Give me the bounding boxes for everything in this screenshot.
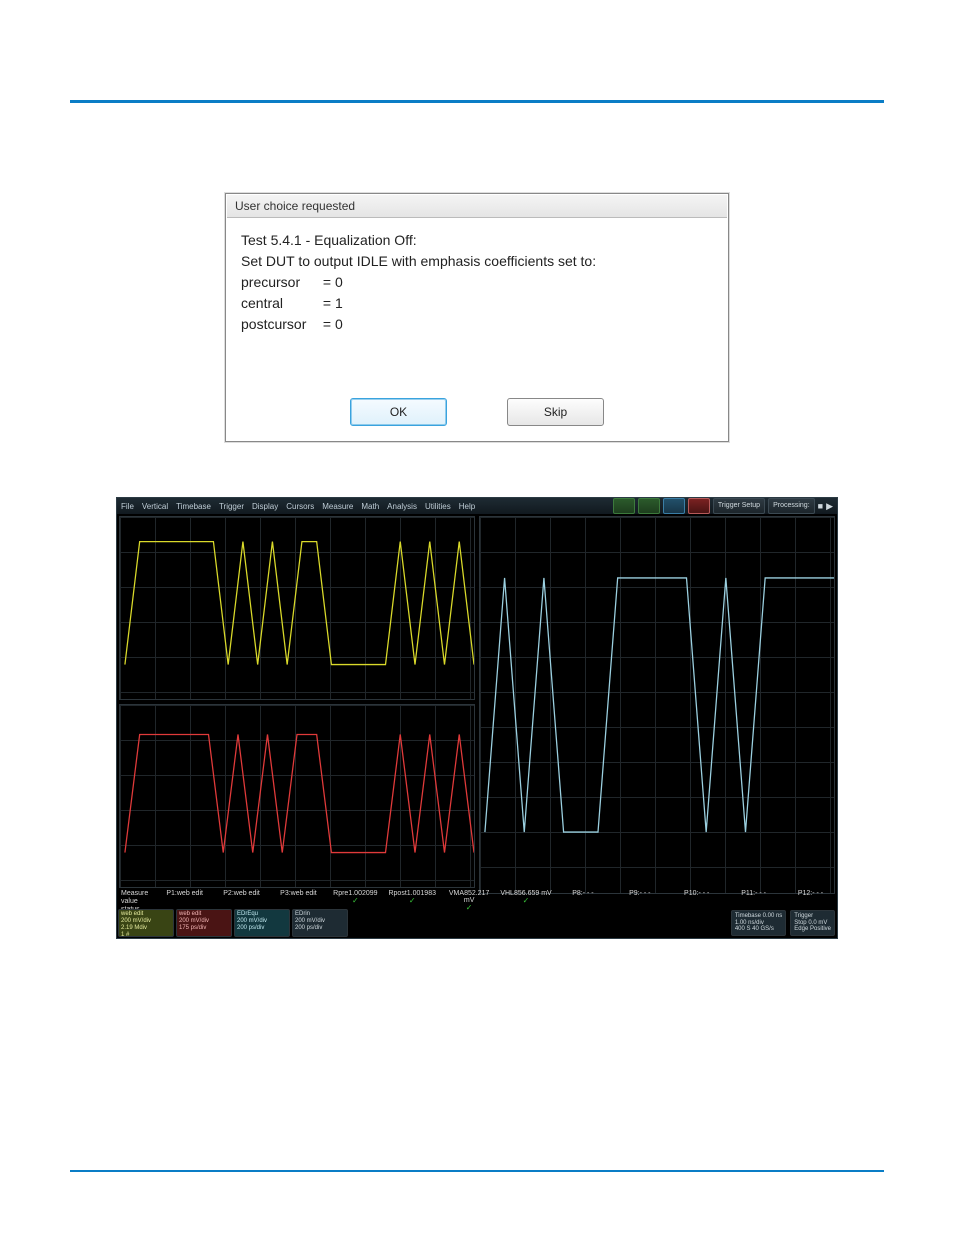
play-icon[interactable]: ▶ <box>826 501 833 512</box>
meas-label: Measure <box>121 890 148 897</box>
dialog-heading: Test 5.4.1 - Equalization Off: <box>241 230 713 251</box>
channel-box[interactable]: web edit 200 mV/div 2.19 Mdiv 1 # <box>118 909 174 937</box>
menu-item[interactable]: Timebase <box>176 502 211 511</box>
page: User choice requested Test 5.4.1 - Equal… <box>0 0 954 1235</box>
coeff-row: postcursor = 0 <box>241 314 713 335</box>
dialog-body: Test 5.4.1 - Equalization Off: Set DUT t… <box>227 218 727 390</box>
measurement-cell: Rpre1.002099✓ <box>329 890 382 905</box>
scope-right-column <box>477 514 837 890</box>
oscilloscope-figure: File Vertical Timebase Trigger Display C… <box>70 498 884 938</box>
meas-label: value <box>121 898 148 905</box>
menu-item[interactable]: Trigger <box>219 502 244 511</box>
menu-item[interactable]: Help <box>459 502 475 511</box>
dialog-titlebar: User choice requested <box>227 195 727 218</box>
coeff-value: = 0 <box>323 316 343 332</box>
header-rule <box>70 100 884 103</box>
measurement-cell: P2:web edit <box>215 890 268 897</box>
menu-item[interactable]: Vertical <box>142 502 168 511</box>
dialog-holder: User choice requested Test 5.4.1 - Equal… <box>70 193 884 442</box>
measurement-cell: P10:- - - <box>670 890 723 897</box>
coeff-value: = 0 <box>323 274 343 290</box>
measurement-cell: P9:- - - <box>613 890 666 897</box>
dialog-instruction: Set DUT to output IDLE with emphasis coe… <box>241 251 713 272</box>
toolbar-blue-icon[interactable] <box>663 498 685 514</box>
menu-item[interactable]: Utilities <box>425 502 451 511</box>
toolbar-green-icon[interactable] <box>638 498 660 514</box>
processing-label: Processing: <box>768 498 815 514</box>
check-icon: ✓ <box>443 904 496 912</box>
measurement-cell: P3:web edit <box>272 890 325 897</box>
menu-item[interactable]: Analysis <box>387 502 417 511</box>
menu-item[interactable]: Cursors <box>286 502 314 511</box>
channel-box[interactable]: EDrEqu 200 mV/div 200 ps/div <box>234 909 290 937</box>
coeff-label: precursor <box>241 272 319 293</box>
coeff-label: central <box>241 293 319 314</box>
measurement-cell: VHL856.659 mV✓ <box>500 890 553 905</box>
menu-item[interactable]: File <box>121 502 134 511</box>
measurement-cell: P1:web edit <box>158 890 211 897</box>
coeff-value: = 1 <box>323 295 343 311</box>
measurement-cell: Rpost1.001983✓ <box>386 890 439 905</box>
menu-item[interactable]: Measure <box>322 502 353 511</box>
channel-box[interactable]: EDrin 200 mV/div 200 ps/div <box>292 909 348 937</box>
waveform-panel-red <box>119 704 475 888</box>
scope-left-column <box>117 514 477 890</box>
measurement-cell: P8:- - - <box>556 890 609 897</box>
waveform-panel-cyan <box>479 516 835 894</box>
menu-item[interactable]: Display <box>252 502 278 511</box>
coeff-label: postcursor <box>241 314 319 335</box>
coeff-row: central = 1 <box>241 293 713 314</box>
scope-display-area <box>117 514 837 890</box>
ok-button[interactable]: OK <box>350 398 447 426</box>
user-choice-dialog: User choice requested Test 5.4.1 - Equal… <box>225 193 729 442</box>
waveform-panel-yellow <box>119 516 475 700</box>
footer-rule <box>70 1170 884 1172</box>
measurement-row: Measure value status P1:web edit P2:web … <box>117 890 837 908</box>
coeff-row: precursor = 0 <box>241 272 713 293</box>
check-icon: ✓ <box>329 897 382 905</box>
scope-toolbar: Trigger Setup Processing: ■ ▶ <box>613 498 833 514</box>
dialog-button-row: OK Skip <box>227 390 727 440</box>
timebase-box[interactable]: Timebase 0.00 ns 1.00 ns/div 400 S 40 GS… <box>731 910 786 936</box>
oscilloscope-window: File Vertical Timebase Trigger Display C… <box>117 498 837 938</box>
toolbar-green-icon[interactable] <box>613 498 635 514</box>
measurement-cell: VMA852.217 mV✓ <box>443 890 496 912</box>
trigger-setup-button[interactable]: Trigger Setup <box>713 498 765 514</box>
stop-icon[interactable]: ■ <box>818 501 823 511</box>
measurement-cell: P11:- - - <box>727 890 780 897</box>
skip-button[interactable]: Skip <box>507 398 604 426</box>
channel-box[interactable]: web edit 200 mV/div 175 ps/div <box>176 909 232 937</box>
check-icon: ✓ <box>386 897 439 905</box>
measurement-cell: P12:- - - <box>784 890 837 897</box>
trigger-box[interactable]: Trigger Stop 0.0 mV Edge Positive <box>790 910 835 936</box>
scope-bottom-right: Timebase 0.00 ns 1.00 ns/div 400 S 40 GS… <box>731 910 835 936</box>
toolbar-record-icon[interactable] <box>688 498 710 514</box>
check-icon: ✓ <box>500 897 553 905</box>
menu-item[interactable]: Math <box>361 502 379 511</box>
channel-boxes: web edit 200 mV/div 2.19 Mdiv 1 # web ed… <box>117 908 349 938</box>
